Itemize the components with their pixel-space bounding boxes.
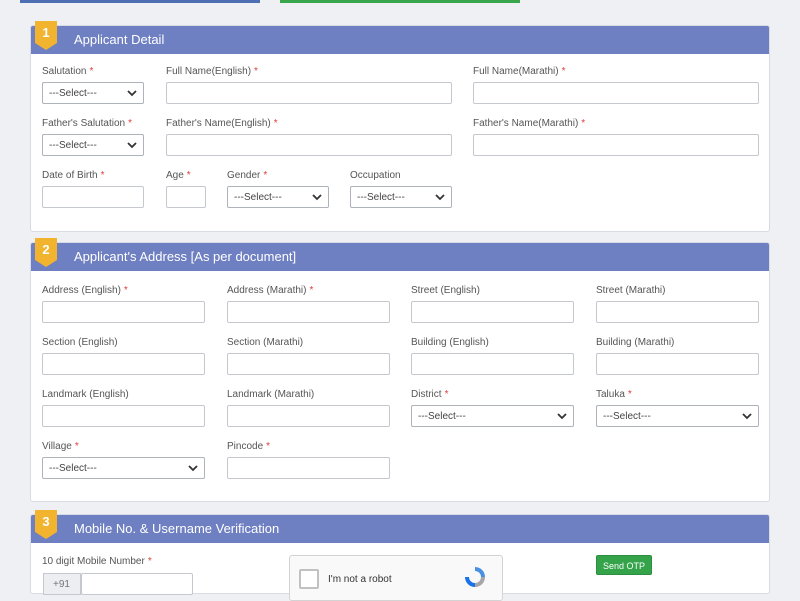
village-label: Village * xyxy=(42,441,79,452)
section-mr-field[interactable] xyxy=(227,353,390,375)
chevron-down-icon xyxy=(127,90,137,97)
dob-label: Date of Birth * xyxy=(42,170,105,181)
landmark-mr-label: Landmark (Marathi) xyxy=(227,389,315,400)
chevron-down-icon xyxy=(435,194,445,201)
gender-label: Gender * xyxy=(227,170,268,181)
recaptcha-logo-icon xyxy=(465,567,485,587)
recaptcha-widget: I'm not a robot xyxy=(289,555,503,601)
section-en-label: Section (English) xyxy=(42,337,118,348)
section-en-field[interactable] xyxy=(42,353,205,375)
recaptcha-checkbox[interactable] xyxy=(299,569,319,589)
building-mr-label: Building (Marathi) xyxy=(596,337,675,348)
building-en-label: Building (English) xyxy=(411,337,489,348)
step-badge: 3 xyxy=(35,510,57,540)
occupation-select[interactable]: ---Select--- xyxy=(350,186,452,208)
salutation-label: Salutation * xyxy=(42,66,94,77)
section-header: 2 Applicant's Address [As per document] xyxy=(31,238,769,271)
step-badge: 1 xyxy=(35,21,57,51)
father-name-en-label: Father's Name(English) * xyxy=(166,118,278,129)
landmark-en-field[interactable] xyxy=(42,405,205,427)
progress-tab-active[interactable] xyxy=(20,0,260,3)
mobile-verification-section: 3 Mobile No. & Username Verification 10 … xyxy=(30,510,770,601)
applicant-address-section: 2 Applicant's Address [As per document] … xyxy=(30,238,770,502)
full-name-mr-label: Full Name(Marathi) * xyxy=(473,66,566,77)
street-en-label: Street (English) xyxy=(411,285,480,296)
street-mr-label: Street (Marathi) xyxy=(596,285,666,296)
send-otp-button[interactable]: Send OTP xyxy=(596,555,652,575)
father-name-mr-label: Father's Name(Marathi) * xyxy=(473,118,586,129)
taluka-label: Taluka * xyxy=(596,389,632,400)
section-title: Applicant Detail xyxy=(74,32,165,47)
progress-tab-next[interactable] xyxy=(280,0,520,3)
chevron-down-icon xyxy=(188,465,198,472)
salutation-select[interactable]: ---Select--- xyxy=(42,82,144,104)
full-name-en-label: Full Name(English) * xyxy=(166,66,258,77)
address-en-label: Address (English) * xyxy=(42,285,128,296)
mobile-number-field[interactable] xyxy=(81,573,193,595)
district-select[interactable]: ---Select--- xyxy=(411,405,574,427)
building-mr-field[interactable] xyxy=(596,353,759,375)
section-title: Mobile No. & Username Verification xyxy=(74,521,280,536)
chevron-down-icon xyxy=(742,413,752,420)
section-mr-label: Section (Marathi) xyxy=(227,337,304,348)
full-name-en-field[interactable] xyxy=(166,82,452,104)
village-select[interactable]: ---Select--- xyxy=(42,457,205,479)
section-header: 1 Applicant Detail xyxy=(31,21,769,54)
mobile-number-label: 10 digit Mobile Number * xyxy=(42,556,152,567)
father-name-en-field[interactable] xyxy=(166,134,452,156)
district-label: District * xyxy=(411,389,449,400)
section-header: 3 Mobile No. & Username Verification xyxy=(31,510,769,543)
landmark-en-label: Landmark (English) xyxy=(42,389,129,400)
building-en-field[interactable] xyxy=(411,353,574,375)
address-mr-label: Address (Marathi) * xyxy=(227,285,314,296)
chevron-down-icon xyxy=(557,413,567,420)
occupation-label: Occupation xyxy=(350,170,401,181)
street-mr-field[interactable] xyxy=(596,301,759,323)
landmark-mr-field[interactable] xyxy=(227,405,390,427)
taluka-select[interactable]: ---Select--- xyxy=(596,405,759,427)
address-mr-field[interactable] xyxy=(227,301,390,323)
street-en-field[interactable] xyxy=(411,301,574,323)
father-name-mr-field[interactable] xyxy=(473,134,759,156)
chevron-down-icon xyxy=(312,194,322,201)
chevron-down-icon xyxy=(127,142,137,149)
age-label: Age * xyxy=(166,170,191,181)
address-en-field[interactable] xyxy=(42,301,205,323)
applicant-detail-section: 1 Applicant Detail Salutation * ---Select… xyxy=(30,21,770,232)
section-title: Applicant's Address [As per document] xyxy=(74,249,297,264)
step-badge: 2 xyxy=(35,238,57,268)
dob-field[interactable] xyxy=(42,186,144,208)
pincode-label: Pincode * xyxy=(227,441,271,452)
father-salutation-select[interactable]: ---Select--- xyxy=(42,134,144,156)
top-tabs xyxy=(0,0,800,6)
country-code-prefix: +91 xyxy=(43,573,81,595)
gender-select[interactable]: ---Select--- xyxy=(227,186,329,208)
pincode-field[interactable] xyxy=(227,457,390,479)
father-salutation-label: Father's Salutation * xyxy=(42,118,132,129)
full-name-mr-field[interactable] xyxy=(473,82,759,104)
recaptcha-label: I'm not a robot xyxy=(328,574,392,585)
age-field[interactable] xyxy=(166,186,206,208)
